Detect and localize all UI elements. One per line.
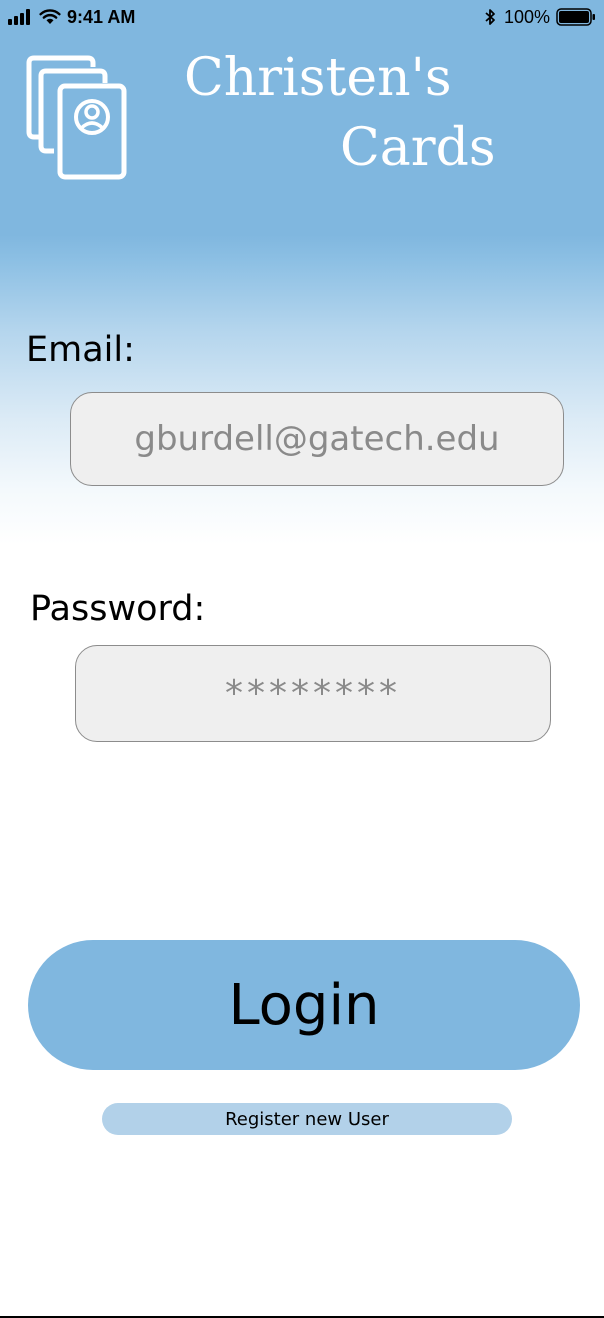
password-field[interactable]: ********	[75, 645, 551, 742]
status-bar: 9:41 AM 100%	[0, 0, 604, 34]
battery-icon	[556, 8, 595, 26]
app-title-line1: Christen's	[184, 48, 452, 108]
status-left: 9:41 AM	[8, 6, 135, 28]
wifi-icon	[39, 9, 61, 24]
password-label: Password:	[30, 589, 206, 629]
bluetooth-icon	[485, 9, 495, 25]
register-button[interactable]: Register new User	[102, 1103, 512, 1135]
status-right: 100%	[484, 6, 596, 28]
status-time: 9:41 AM	[67, 6, 136, 27]
app-title-line2: Cards	[340, 118, 496, 178]
email-field[interactable]: gburdell@gatech.edu	[70, 392, 564, 486]
login-button[interactable]: Login	[28, 940, 580, 1070]
app-title: Christen's Cards	[160, 44, 520, 184]
battery-percent: 100%	[503, 6, 550, 27]
cards-stack-icon	[26, 55, 127, 180]
signal-bars-icon	[8, 9, 30, 25]
email-label: Email:	[26, 330, 135, 370]
